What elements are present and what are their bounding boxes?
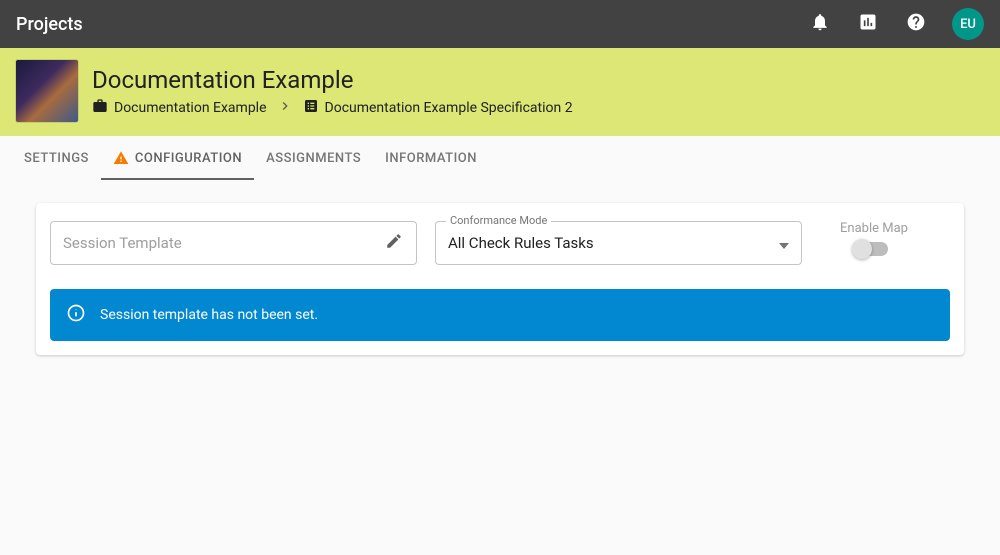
breadcrumb-spec[interactable]: Documentation Example Specification 2 [303, 98, 573, 118]
briefcase-icon [92, 98, 108, 118]
breadcrumb: Documentation Example Documentation Exam… [92, 98, 573, 118]
breadcrumb-project-label: Documentation Example [114, 100, 267, 116]
session-template-field[interactable]: Session Template [50, 221, 417, 265]
user-avatar[interactable]: EU [952, 8, 984, 40]
topbar-title: Projects [16, 14, 800, 35]
tab-configuration[interactable]: CONFIGURATION [101, 136, 254, 180]
breadcrumb-project[interactable]: Documentation Example [92, 98, 267, 118]
warning-icon [113, 150, 129, 166]
notifications-button[interactable] [800, 4, 840, 44]
switch-thumb [852, 239, 872, 259]
tab-settings[interactable]: SETTINGS [12, 136, 101, 180]
chart-icon [858, 12, 878, 36]
conformance-mode-select[interactable]: Conformance Mode All Check Rules Tasks [435, 221, 802, 265]
chevron-right-icon [277, 98, 293, 118]
topbar-actions: EU [800, 4, 984, 44]
help-button[interactable] [896, 4, 936, 44]
help-icon [906, 12, 926, 36]
info-icon [66, 303, 86, 327]
breadcrumb-spec-label: Documentation Example Specification 2 [325, 100, 573, 116]
tabs: SETTINGS CONFIGURATION ASSIGNMENTS INFOR… [0, 136, 1000, 181]
spec-icon [303, 98, 319, 118]
bell-icon [810, 12, 830, 36]
project-thumbnail [16, 60, 78, 122]
form-row: Session Template Conformance Mode All Ch… [50, 221, 950, 265]
page-title: Documentation Example [92, 66, 573, 94]
enable-map-label: Enable Map [840, 221, 950, 236]
session-template-placeholder: Session Template [63, 234, 384, 252]
chevron-down-icon [779, 234, 789, 253]
pencil-icon [385, 232, 403, 254]
enable-map-switch[interactable] [854, 242, 888, 256]
config-card: Session Template Conformance Mode All Ch… [36, 203, 964, 355]
info-alert: Session template has not been set. [50, 289, 950, 341]
enable-map-toggle-area: Enable Map [820, 221, 950, 256]
reports-button[interactable] [848, 4, 888, 44]
conformance-mode-value: All Check Rules Tasks [448, 234, 779, 252]
tab-assignments[interactable]: ASSIGNMENTS [254, 136, 373, 180]
conformance-mode-label: Conformance Mode [446, 214, 551, 227]
tab-information[interactable]: INFORMATION [373, 136, 489, 180]
topbar: Projects EU [0, 0, 1000, 48]
content: Session Template Conformance Mode All Ch… [0, 181, 1000, 377]
header-banner: Documentation Example Documentation Exam… [0, 48, 1000, 136]
header-text: Documentation Example Documentation Exam… [92, 60, 573, 118]
alert-message: Session template has not been set. [100, 307, 318, 323]
edit-session-template-button[interactable] [384, 233, 404, 253]
tab-configuration-label: CONFIGURATION [135, 151, 242, 166]
